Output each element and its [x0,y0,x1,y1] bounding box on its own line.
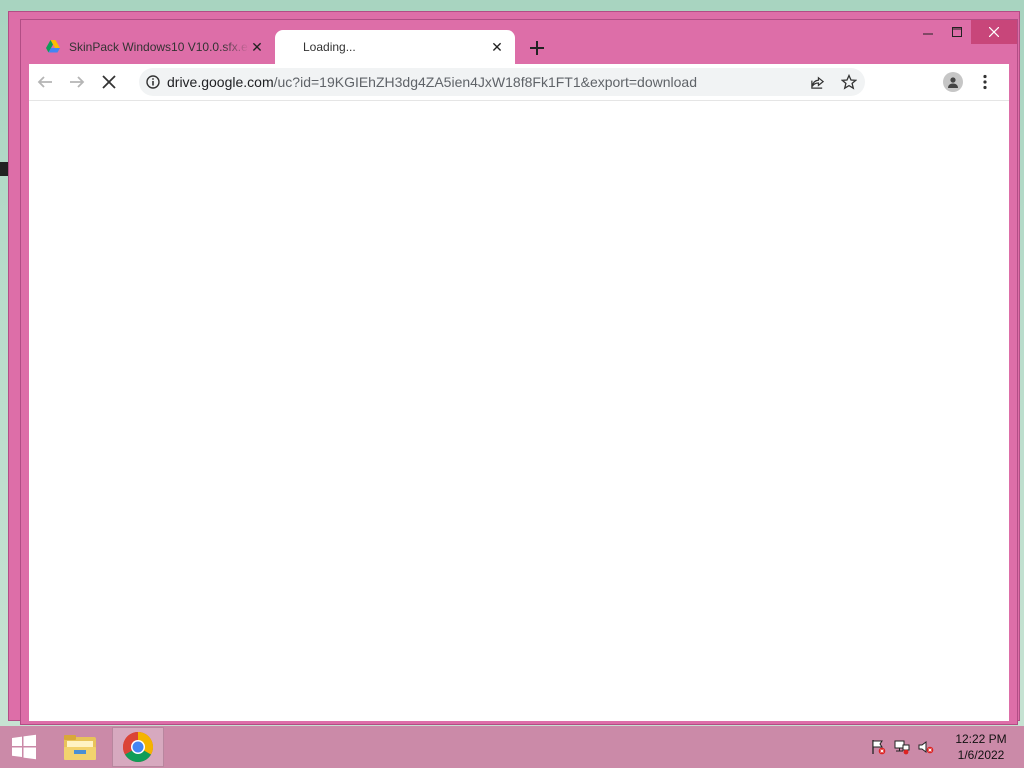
tab-skinpack[interactable]: SkinPack Windows10 V10.0.sfx.exe ✕ [35,30,275,64]
arrow-right-icon [70,76,85,88]
profile-avatar-icon [943,72,963,92]
taskbar-chrome[interactable] [112,727,164,767]
url-path: /uc?id=19KGIEhZH3dg4ZA5ien4JxW18f8Fk1FT1… [273,74,697,90]
bookmark-button[interactable] [833,68,865,96]
tab-title: Loading... [303,40,356,54]
system-tray: 12:22 PM 1/6/2022 [866,726,1024,768]
stop-loading-button[interactable] [93,66,125,98]
arrow-left-icon [37,76,52,88]
clock-time: 12:22 PM [955,732,1007,746]
tab-loading[interactable]: Loading... ✕ [275,30,515,64]
folder-icon [64,735,96,760]
plus-icon [530,41,544,55]
star-icon [841,74,857,90]
taskbar-file-explorer[interactable] [54,727,106,767]
clock[interactable]: 12:22 PM 1/6/2022 [938,731,1024,763]
windows-logo-icon [12,734,36,760]
menu-button[interactable] [969,66,1001,98]
desktop-partial-icon [0,162,8,176]
browser-window: SkinPack Windows10 V10.0.sfx.exe ✕ Loadi… [20,19,1018,725]
address-bar[interactable]: drive.google.com/uc?id=19KGIEhZH3dg4ZA5i… [139,68,865,96]
stop-icon [102,75,116,89]
forward-button[interactable] [61,66,93,98]
new-tab-button[interactable] [525,36,549,60]
chrome-icon [122,732,154,763]
browser-toolbar: drive.google.com/uc?id=19KGIEhZH3dg4ZA5i… [29,64,1009,100]
page-content[interactable] [29,100,1009,721]
share-icon [810,76,824,89]
volume-muted-icon[interactable] [914,735,938,759]
back-button[interactable] [29,66,61,98]
clock-date: 1/6/2022 [957,748,1005,762]
action-center-flag-icon[interactable] [866,735,890,759]
tab-close-icon[interactable]: ✕ [249,39,265,55]
start-button[interactable] [0,726,48,768]
toolbar-right [937,66,1001,98]
kebab-menu-icon [983,74,987,90]
url-host: drive.google.com [167,74,274,90]
profile-button[interactable] [937,66,969,98]
taskbar: 12:22 PM 1/6/2022 [0,726,1024,768]
tab-title: SkinPack Windows10 V10.0.sfx.exe [69,40,249,54]
tab-strip: SkinPack Windows10 V10.0.sfx.exe ✕ Loadi… [21,28,1017,64]
share-button[interactable] [801,68,833,96]
address-bar-actions [801,68,865,96]
google-drive-icon [46,40,60,53]
info-icon[interactable] [139,75,167,89]
network-icon[interactable] [890,735,914,759]
url-text: drive.google.com/uc?id=19KGIEhZH3dg4ZA5i… [167,74,697,90]
tab-close-icon[interactable]: ✕ [489,39,505,55]
